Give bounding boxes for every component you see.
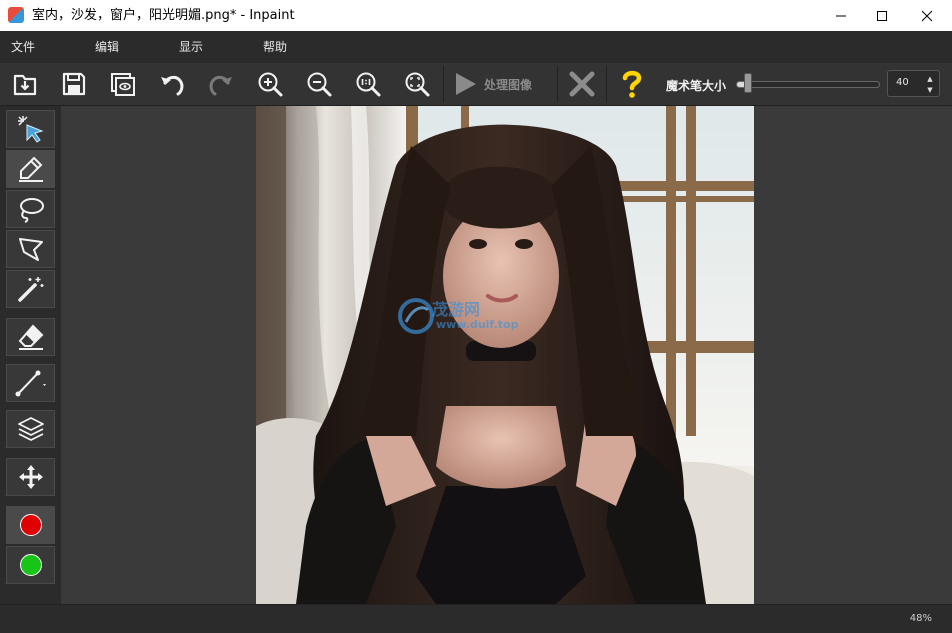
preview-icon <box>111 73 135 96</box>
close-x-icon <box>569 71 595 97</box>
play-icon <box>456 73 476 95</box>
layers-icon <box>17 417 44 441</box>
preview-button[interactable] <box>105 67 141 101</box>
watermark-logo-icon <box>398 298 434 334</box>
polygon-lasso-icon <box>18 238 43 261</box>
redo-button[interactable] <box>203 67 239 101</box>
undo-icon <box>161 75 184 96</box>
minimize-icon <box>836 15 846 16</box>
line-icon <box>15 370 46 397</box>
toolbar-separator <box>443 66 444 102</box>
eraser-tool[interactable] <box>6 318 55 356</box>
app-icon <box>8 7 24 23</box>
eraser-icon <box>18 324 43 350</box>
minimize-button[interactable] <box>818 0 864 31</box>
move-tool[interactable] <box>6 458 55 496</box>
marker-tool[interactable] <box>6 150 55 188</box>
open-icon <box>13 74 37 96</box>
close-button[interactable] <box>904 0 950 31</box>
green-color-swatch[interactable] <box>6 546 55 584</box>
open-button[interactable] <box>7 67 43 101</box>
lasso-tool[interactable] <box>6 190 55 228</box>
maximize-icon <box>877 10 887 21</box>
undo-button[interactable] <box>154 67 190 101</box>
zoom-out-icon <box>307 72 332 97</box>
zoom-out-button[interactable] <box>301 67 337 101</box>
layers-tool[interactable] <box>6 410 55 448</box>
watermark-line1: 茂游网 <box>432 300 481 319</box>
zoom-in-icon <box>258 72 283 97</box>
menu-view[interactable]: 显示 <box>179 40 203 54</box>
maximize-button[interactable] <box>859 0 905 31</box>
menu-bar: 文件 编辑 显示 帮助 <box>0 31 952 64</box>
zoom-in-button[interactable] <box>252 67 288 101</box>
green-color-dot <box>19 554 42 576</box>
close-icon <box>921 10 933 21</box>
toolbar-separator <box>606 66 607 102</box>
photo-image <box>256 106 754 604</box>
status-bar: 48% <box>0 604 952 633</box>
window-title: 室内，沙发，窗户，阳光明媚.png* - Inpaint <box>32 8 295 23</box>
magic-cursor-icon <box>17 116 44 143</box>
auto-select-tool[interactable] <box>6 110 55 148</box>
brush-size-spinbox[interactable]: 40 ▲ ▼ <box>887 70 940 97</box>
brush-size-slider-handle[interactable] <box>744 73 752 93</box>
brush-size-label: 魔术笔大小 <box>666 79 727 93</box>
menu-file[interactable]: 文件 <box>11 40 35 54</box>
move-icon <box>18 465 43 489</box>
cancel-button[interactable] <box>564 67 600 101</box>
lasso-icon <box>19 198 44 223</box>
zoom-actual-icon <box>356 72 381 97</box>
save-button[interactable] <box>56 67 92 101</box>
marker-icon <box>18 156 43 182</box>
toolbar-separator <box>557 66 558 102</box>
red-color-swatch[interactable] <box>6 506 55 544</box>
line-tool[interactable] <box>6 364 55 402</box>
help-icon <box>622 70 642 98</box>
zoom-fit-button[interactable] <box>399 67 435 101</box>
spin-up-button[interactable]: ▲ <box>924 73 936 84</box>
title-bar: 室内，沙发，窗户，阳光明媚.png* - Inpaint <box>0 0 952 31</box>
help-button[interactable] <box>614 67 650 101</box>
watermark-line2: www.duif.top <box>436 318 519 331</box>
redo-icon <box>209 75 232 96</box>
process-image-label: 处理图像 <box>484 77 533 92</box>
magic-wand-icon <box>17 277 43 302</box>
polygon-lasso-tool[interactable] <box>6 230 55 268</box>
brush-size-slider[interactable] <box>736 81 880 88</box>
zoom-fit-icon <box>405 72 430 97</box>
process-image-button[interactable]: 处理图像 <box>452 67 552 101</box>
brush-size-value: 40 <box>896 77 909 88</box>
spin-down-button[interactable]: ▼ <box>924 84 936 95</box>
zoom-level: 48% <box>909 613 932 624</box>
menu-edit[interactable]: 编辑 <box>95 40 119 54</box>
tool-panel <box>0 106 61 604</box>
zoom-actual-button[interactable] <box>350 67 386 101</box>
image-canvas[interactable] <box>256 106 754 604</box>
magic-wand-tool[interactable] <box>6 270 55 308</box>
menu-help[interactable]: 帮助 <box>263 40 287 54</box>
save-icon <box>62 72 86 96</box>
red-color-dot <box>19 514 42 536</box>
